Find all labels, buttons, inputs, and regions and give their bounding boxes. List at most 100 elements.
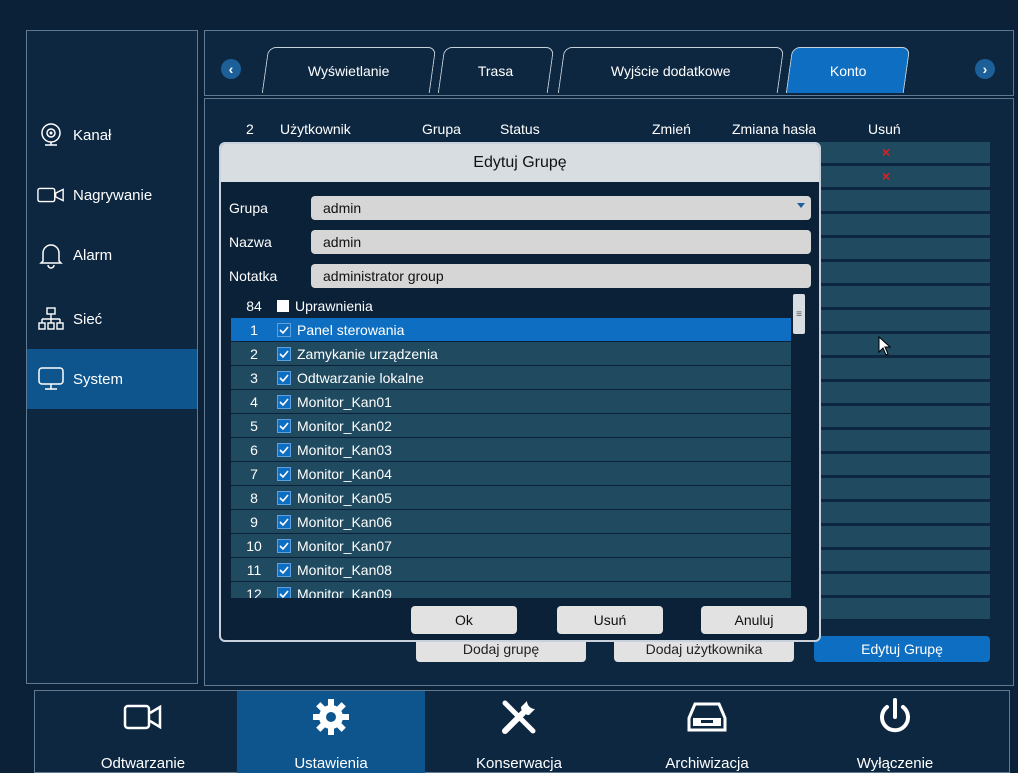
permission-label: Monitor_Kan03	[297, 441, 392, 458]
nav-archiwizacja[interactable]: Archiwizacja	[613, 691, 801, 773]
permission-number: 5	[250, 417, 258, 434]
dialog-title: Edytuj Grupę	[221, 144, 819, 182]
group-label: Grupa	[229, 200, 268, 216]
name-label: Nazwa	[229, 234, 272, 250]
column-password: Zmiana hasła	[732, 121, 817, 137]
permission-row[interactable]: 4 Monitor_Kan01	[231, 390, 791, 414]
permission-row[interactable]: 5 Monitor_Kan02	[231, 414, 791, 438]
permission-label: Monitor_Kan04	[297, 465, 392, 482]
sidebar: Kanał Nagrywanie Alarm Sieć System	[26, 30, 198, 684]
permission-label: Monitor_Kan05	[297, 489, 392, 506]
permission-checkbox[interactable]	[277, 538, 291, 553]
permission-number: 7	[250, 465, 258, 482]
user-count: 2	[246, 121, 254, 137]
delete-button[interactable]: Usuń	[557, 606, 663, 634]
select-all-checkbox[interactable]	[277, 299, 289, 312]
permission-row[interactable]: 12 Monitor_Kan09	[231, 582, 791, 598]
sidebar-item-alarm[interactable]: Alarm	[27, 225, 197, 285]
permission-row[interactable]: 6 Monitor_Kan03	[231, 438, 791, 462]
nav-konserwacja[interactable]: Konserwacja	[425, 691, 613, 773]
delete-icon[interactable]: ×	[882, 168, 890, 184]
permission-row[interactable]: 3 Odtwarzanie lokalne	[231, 366, 791, 390]
permission-label: Odtwarzanie lokalne	[297, 369, 424, 386]
note-label: Notatka	[229, 268, 278, 284]
permissions-header-label: Uprawnienia	[295, 297, 373, 314]
permission-label: Monitor_Kan08	[297, 561, 392, 578]
permissions-header: 84 Uprawnienia	[231, 294, 791, 318]
permission-number: 4	[250, 393, 258, 410]
nav-ustawienia[interactable]: Ustawienia	[237, 691, 425, 773]
sidebar-item-kanal[interactable]: Kanał	[27, 105, 197, 165]
permission-checkbox[interactable]	[277, 442, 291, 457]
permission-label: Monitor_Kan01	[297, 393, 392, 410]
edit-group-button[interactable]: Edytuj Grupę	[814, 636, 990, 662]
permission-checkbox[interactable]	[277, 490, 291, 505]
tab-wyjscie-dodatkowe[interactable]: Wyjście dodatkowe	[557, 47, 785, 93]
permission-row[interactable]: 1 Panel sterowania	[231, 318, 791, 342]
tab-wyswietlanie[interactable]: Wyświetlanie	[261, 47, 437, 93]
delete-icon[interactable]: ×	[882, 144, 890, 160]
permission-row[interactable]: 8 Monitor_Kan05	[231, 486, 791, 510]
group-select[interactable]: admin	[311, 196, 811, 220]
permission-row[interactable]: 7 Monitor_Kan04	[231, 462, 791, 486]
bottom-nav: Odtwarzanie Ustawienia Konserwacja Archi…	[34, 690, 1010, 773]
permission-checkbox[interactable]	[277, 322, 291, 337]
permission-checkbox[interactable]	[277, 466, 291, 481]
tab-bar: ‹ Wyświetlanie Trasa Wyjście dodatkowe K…	[204, 30, 1014, 96]
permission-checkbox[interactable]	[277, 394, 291, 409]
cancel-button[interactable]: Anuluj	[701, 606, 807, 634]
sidebar-item-nagrywanie[interactable]: Nagrywanie	[27, 165, 197, 225]
permission-checkbox[interactable]	[277, 418, 291, 433]
permission-row[interactable]: 9 Monitor_Kan06	[231, 510, 791, 534]
permission-number: 6	[250, 441, 258, 458]
checkmark-icon	[279, 325, 289, 334]
checkmark-icon	[279, 469, 289, 478]
chevron-left-icon: ‹	[228, 61, 234, 77]
permission-number: 9	[250, 513, 258, 530]
mouse-cursor-icon	[878, 335, 892, 361]
edit-group-dialog: Edytuj Grupę Grupa admin Nazwa admin Not…	[219, 142, 821, 642]
permissions-list: 84 Uprawnienia 1 Panel sterowania 2 Zamykan…	[231, 294, 807, 598]
sidebar-item-system[interactable]: System	[27, 349, 197, 409]
sidebar-item-label: Nagrywanie	[73, 186, 153, 204]
permission-row[interactable]: 2 Zamykanie urządzenia	[231, 342, 791, 366]
permission-row[interactable]: 10 Monitor_Kan07	[231, 534, 791, 558]
permission-checkbox[interactable]	[277, 514, 291, 529]
power-icon	[875, 697, 915, 737]
permission-label: Panel sterowania	[297, 321, 405, 338]
scrollbar-thumb[interactable]: ≡	[793, 294, 805, 334]
name-field[interactable]: admin	[311, 230, 811, 254]
permission-checkbox[interactable]	[277, 562, 291, 577]
sidebar-item-siec[interactable]: Sieć	[27, 289, 197, 349]
permission-checkbox[interactable]	[277, 370, 291, 385]
tools-icon	[499, 697, 539, 737]
permission-number: 12	[246, 585, 262, 599]
network-icon	[37, 305, 65, 333]
permission-row[interactable]: 11 Monitor_Kan08	[231, 558, 791, 582]
tab-prev-button[interactable]: ‹	[221, 59, 241, 79]
ok-button[interactable]: Ok	[411, 606, 517, 634]
playback-camera-icon	[123, 697, 163, 737]
permission-label: Monitor_Kan07	[297, 537, 392, 554]
column-edit: Zmień	[652, 121, 691, 137]
note-field[interactable]: administrator group	[311, 264, 811, 288]
permissions-count: 84	[246, 297, 262, 314]
column-user: Użytkownik	[280, 121, 351, 137]
scrollbar[interactable]: ≡	[793, 294, 805, 598]
chevron-down-icon	[797, 203, 805, 208]
tab-trasa[interactable]: Trasa	[437, 47, 555, 93]
permission-checkbox[interactable]	[277, 586, 291, 598]
checkmark-icon	[279, 373, 289, 382]
permission-checkbox[interactable]	[277, 346, 291, 361]
sidebar-item-label: Kanał	[73, 126, 112, 144]
checkmark-icon	[279, 445, 289, 454]
permission-number: 3	[250, 369, 258, 386]
bell-icon	[37, 241, 65, 269]
archive-tray-icon	[687, 697, 727, 737]
tab-next-button[interactable]: ›	[975, 59, 995, 79]
monitor-icon	[37, 365, 65, 393]
nav-odtwarzanie[interactable]: Odtwarzanie	[49, 691, 237, 773]
permission-label: Monitor_Kan02	[297, 417, 392, 434]
tab-konto[interactable]: Konto	[785, 47, 911, 93]
nav-wylaczenie[interactable]: Wyłączenie	[801, 691, 989, 773]
